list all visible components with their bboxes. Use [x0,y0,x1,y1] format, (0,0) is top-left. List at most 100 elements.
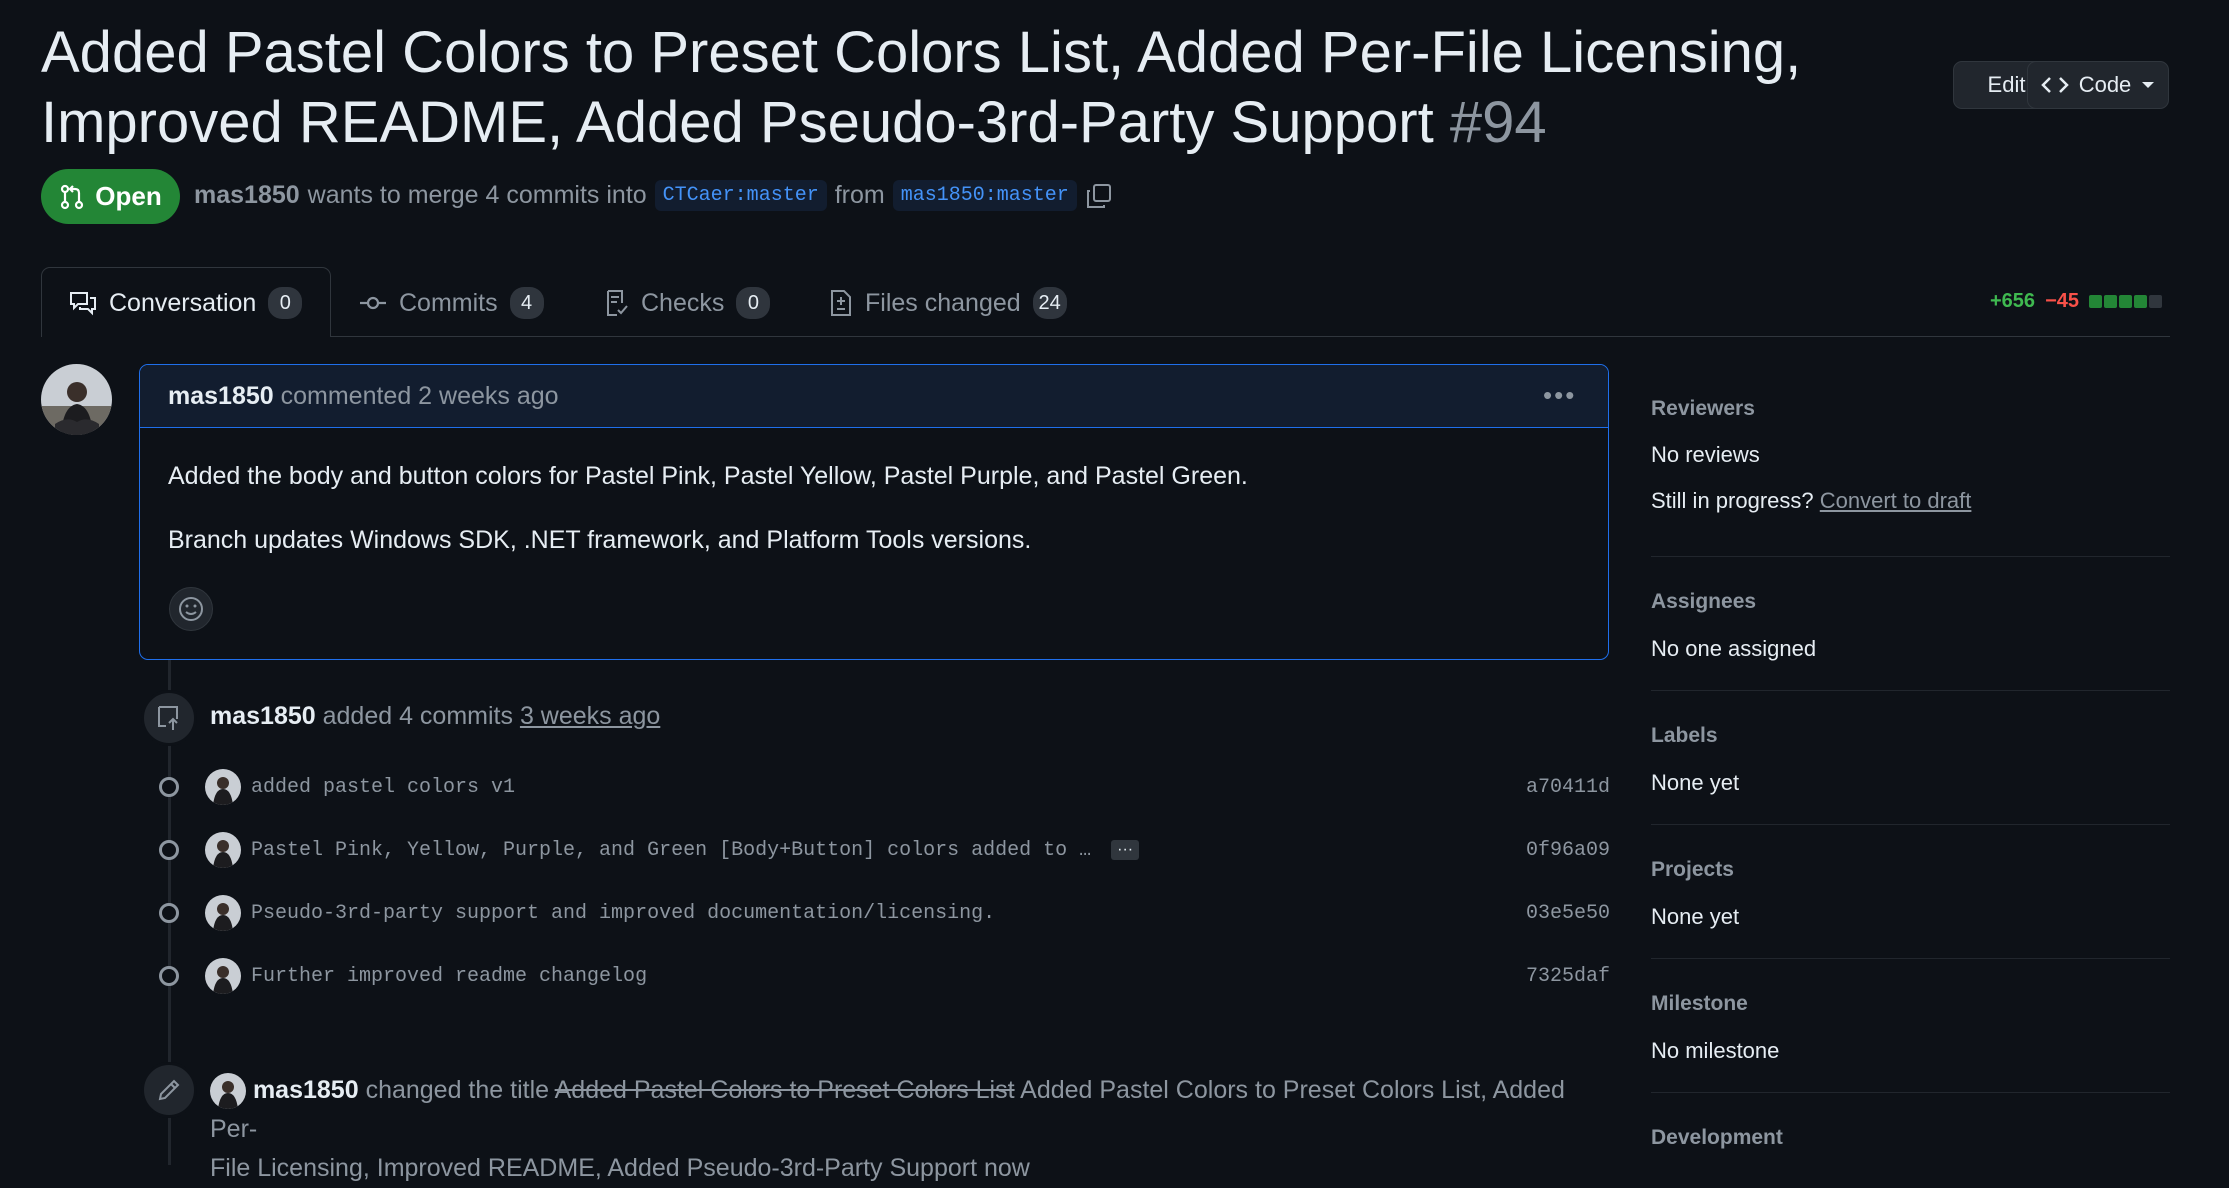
repo-push-icon [158,706,178,730]
comment-header-text: mas1850 commented 2 weeks ago [168,382,559,411]
tab-commits[interactable]: Commits 4 [359,287,544,319]
expand-message-button[interactable]: ··· [1111,840,1140,860]
tab-conversation[interactable]: Conversation 0 [69,287,303,319]
event-time[interactable]: now [984,1154,1030,1182]
commits-event-text: mas1850 added 4 commits 3 weeks ago [210,702,660,731]
assignees-value: No one assigned [1651,636,1817,661]
commit-avatar [205,769,241,805]
status-badge: Open [41,169,180,224]
git-pull-request-icon [61,184,84,209]
from-text: from [834,181,885,209]
progress-question: Still in progress? [1651,488,1814,513]
repo-push-badge [141,690,197,746]
reviewers-heading[interactable]: Reviewers [1651,397,1755,421]
reviewers-value: No reviews [1651,442,1760,467]
commit-row[interactable]: Pastel Pink, Yellow, Purple, and Green [… [150,830,1610,870]
add-reaction-button[interactable] [169,587,213,631]
file-diff-icon [831,290,851,316]
comment-paragraph: Branch updates Windows SDK, .NET framewo… [168,526,1032,554]
pr-title: Added Pastel Colors to Preset Colors Lis… [41,18,1941,158]
diffstat: +656 −45 [1990,290,2162,313]
event-avatar [210,1073,246,1110]
diff-block [2119,295,2132,308]
tab-files-changed-label: Files changed [865,288,1021,317]
tab-conversation-count: 0 [268,287,303,319]
checklist-icon [607,290,628,316]
commit-message[interactable]: Further improved readme changelog [251,965,647,988]
commit-sha[interactable]: 0f96a09 [1526,839,1610,862]
pr-number: #94 [1449,90,1547,155]
diff-block [2089,295,2102,308]
labels-value: None yet [1651,770,1740,795]
tab-files-changed[interactable]: Files changed 24 [829,287,1067,319]
code-icon [2040,77,2069,93]
diffstat-blocks [2089,295,2162,308]
copy-icon[interactable] [1085,182,1113,210]
tab-commits-label: Commits [399,288,498,317]
old-title: Added Pastel Colors to Preset Colors Lis… [554,1076,1015,1104]
diff-block [2149,295,2162,308]
commit-row[interactable]: Further improved readme changelog 7325da… [150,956,1610,996]
avatar-image [41,364,112,435]
title-change-event: mas1850 changed the title Added Pastel C… [210,1071,1610,1188]
commit-message[interactable]: added pastel colors v1 [251,776,515,799]
comment-meta[interactable]: commented 2 weeks ago [281,382,559,410]
labels-heading[interactable]: Labels [1651,724,1718,748]
smiley-icon [179,597,203,621]
commit-avatar [205,895,241,931]
event-action: added 4 commits [322,702,513,730]
deletions-count: −45 [2045,290,2079,312]
sidebar-divider [1651,1092,2170,1093]
commit-dot-icon [159,903,179,923]
commit-sha[interactable]: 03e5e50 [1526,902,1610,925]
commit-message[interactable]: Pastel Pink, Yellow, Purple, and Green [… [251,839,1091,862]
event-time[interactable]: 3 weeks ago [520,702,660,730]
merge-text: wants to merge 4 commits into [307,181,647,209]
event-author[interactable]: mas1850 [253,1076,359,1104]
commit-row[interactable]: added pastel colors v1 a70411d [150,767,1610,807]
diff-block [2134,295,2147,308]
event-author[interactable]: mas1850 [210,702,316,730]
commit-dot-icon [159,840,179,860]
merge-info: mas1850 wants to merge 4 commits into CT… [194,180,1113,211]
commit-avatar [205,958,241,994]
event-action: changed the title [365,1076,550,1104]
comment-author[interactable]: mas1850 [168,382,274,410]
projects-heading[interactable]: Projects [1651,858,1734,882]
new-title-continued: File Licensing, Improved README, Added P… [210,1154,978,1182]
assignees-heading[interactable]: Assignees [1651,590,1756,614]
avatar[interactable] [41,364,112,435]
draft-prompt: Still in progress? Convert to draft [1651,488,1971,514]
triangle-down-icon [2142,82,2155,88]
tab-files-changed-count: 24 [1032,287,1067,319]
commit-row[interactable]: Pseudo-3rd-party support and improved do… [150,893,1610,933]
development-heading[interactable]: Development [1651,1126,1783,1150]
comment-discussion-icon [70,292,96,316]
status-label: Open [95,181,162,211]
sidebar-divider [1651,556,2170,557]
tab-checks-label: Checks [641,288,725,317]
pencil-icon [158,1079,180,1101]
tab-commits-count: 4 [509,287,544,319]
tabs-divider [41,336,2170,337]
base-branch[interactable]: CTCaer:master [654,180,827,211]
diff-block [2104,295,2117,308]
projects-value: None yet [1651,904,1740,929]
tab-checks-count: 0 [736,287,771,319]
code-button[interactable]: Code [2027,61,2169,109]
head-branch[interactable]: mas1850:master [892,180,1077,211]
kebab-menu-icon[interactable]: ••• [1543,380,1576,411]
commit-dot-icon [159,777,179,797]
additions-count: +656 [1990,290,2036,312]
commit-dot-icon [159,966,179,986]
commit-sha[interactable]: a70411d [1526,776,1610,799]
milestone-value: No milestone [1651,1038,1780,1063]
milestone-heading[interactable]: Milestone [1651,992,1748,1016]
commit-sha[interactable]: 7325daf [1526,965,1610,988]
convert-to-draft-link[interactable]: Convert to draft [1820,488,1972,513]
commit-message[interactable]: Pseudo-3rd-party support and improved do… [251,902,995,925]
author-link[interactable]: mas1850 [194,181,300,210]
sidebar-divider [1651,690,2170,691]
pencil-badge [141,1062,197,1118]
tab-checks[interactable]: Checks 0 [605,287,771,319]
